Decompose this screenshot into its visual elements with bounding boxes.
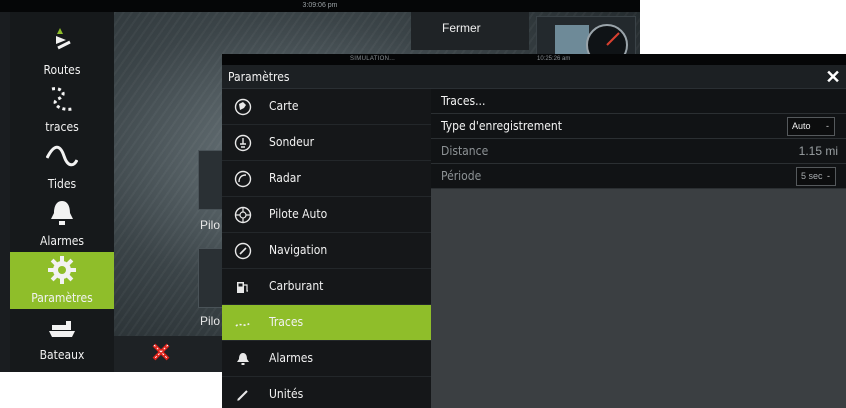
settings-dialog: SIMULATION... 10:25:26 am Paramètres ✕ C… <box>222 54 846 408</box>
radar-icon <box>234 170 252 188</box>
period-label: Période <box>441 169 482 183</box>
sidebar-label-tides: Tides <box>47 177 77 191</box>
sidebar-item-alarmes[interactable]: Alarmes <box>10 195 114 252</box>
background-clock: 3:09:06 pm <box>302 2 338 9</box>
menu-label: Pilote Auto <box>269 207 328 221</box>
sidebar-label-alarmes: Alarmes <box>39 234 84 248</box>
chart-globe-icon <box>234 98 252 116</box>
sidebar-label-parametres: Paramètres <box>31 291 93 305</box>
sidebar-label-traces: traces <box>45 120 79 134</box>
traces-list-label: Traces... <box>441 94 486 108</box>
menu-item-traces[interactable]: Traces <box>222 305 431 341</box>
sidebar-label-bateaux: Bateaux <box>39 348 85 362</box>
distance-value: 1.15 mi <box>798 144 838 158</box>
menu-label: Sondeur <box>269 135 315 149</box>
recording-type-dropdown[interactable]: Auto - <box>787 117 835 136</box>
menu-label: Navigation <box>269 243 328 257</box>
autopilot-wheel-icon <box>234 206 252 224</box>
distance-label: Distance <box>441 144 489 158</box>
sidebar-item-traces[interactable]: traces <box>10 81 114 138</box>
close-icon: ✕ <box>825 67 841 87</box>
background-status-bar: 3:09:06 pm <box>0 0 640 12</box>
background-edge-strip <box>0 12 10 372</box>
period-dropdown[interactable]: 5 sec - <box>796 167 836 186</box>
traces-icon <box>51 87 73 111</box>
recording-type-value: Auto <box>792 121 811 131</box>
traces-list-row[interactable]: Traces... <box>431 89 846 114</box>
menu-item-unites[interactable]: Unités <box>222 377 431 408</box>
background-tile-label: Pilo <box>200 314 221 328</box>
menu-label: Alarmes <box>269 351 314 365</box>
menu-label: Carburant <box>269 279 324 293</box>
background-close-button[interactable]: Fermer <box>411 12 529 50</box>
simulation-indicator: SIMULATION... <box>350 56 396 62</box>
dropdown-caret-icon: - <box>827 171 830 181</box>
fuel-pump-icon <box>237 282 248 293</box>
pen-icon <box>237 390 248 401</box>
recording-type-row: Type d'enregistrement Auto - <box>431 114 846 139</box>
background-tile-label: Pilo <box>200 218 221 232</box>
recording-type-label: Type d'enregistrement <box>441 119 562 133</box>
compass-icon <box>234 242 252 260</box>
bell-icon <box>51 201 73 225</box>
mob-cross-icon[interactable] <box>151 342 171 362</box>
routes-icon <box>56 28 71 52</box>
sidebar-item-bateaux[interactable]: Bateaux <box>10 309 114 366</box>
gear-icon <box>48 256 76 284</box>
sonar-icon <box>234 134 252 152</box>
settings-detail-panel: Traces... Type d'enregistrement Auto - D… <box>431 89 846 408</box>
dialog-title: Paramètres <box>228 70 290 84</box>
close-button[interactable]: ✕ <box>824 68 842 86</box>
tides-icon <box>46 145 78 167</box>
sidebar-label-routes: Routes <box>43 63 81 77</box>
vessels-icon <box>49 321 75 337</box>
status-clock: 10:25:26 am <box>537 56 571 62</box>
dropdown-caret-icon: - <box>826 121 829 131</box>
settings-menu: Carte Sondeur Radar Pilote Auto Navigati… <box>222 89 431 408</box>
menu-item-alarmes[interactable]: Alarmes <box>222 341 431 377</box>
menu-label: Carte <box>269 99 299 113</box>
settings-status-bar: SIMULATION... 10:25:26 am <box>222 54 846 65</box>
menu-item-sondeur[interactable]: Sondeur <box>222 125 431 161</box>
menu-label: Radar <box>269 171 301 185</box>
sidebar-item-parametres[interactable]: Paramètres <box>10 252 114 309</box>
menu-item-carte[interactable]: Carte <box>222 89 431 125</box>
track-icon <box>235 322 251 327</box>
menu-label: Unités <box>269 387 304 401</box>
settings-title-bar: Paramètres ✕ <box>222 65 846 89</box>
menu-item-navigation[interactable]: Navigation <box>222 233 431 269</box>
background-close-label: Fermer <box>442 21 481 35</box>
menu-item-pilote-auto[interactable]: Pilote Auto <box>222 197 431 233</box>
menu-label: Traces <box>269 315 304 329</box>
background-sidebar: Routes traces Tides Alarmes Paramètres B… <box>10 12 114 372</box>
sidebar-item-tides[interactable]: Tides <box>10 138 114 195</box>
distance-row: Distance 1.15 mi <box>431 139 846 164</box>
menu-item-carburant[interactable]: Carburant <box>222 269 431 305</box>
period-value: 5 sec <box>801 171 823 181</box>
bell-icon <box>237 353 249 365</box>
menu-item-radar[interactable]: Radar <box>222 161 431 197</box>
sidebar-item-routes[interactable]: Routes <box>10 24 114 81</box>
period-row: Période 5 sec - <box>431 164 846 189</box>
